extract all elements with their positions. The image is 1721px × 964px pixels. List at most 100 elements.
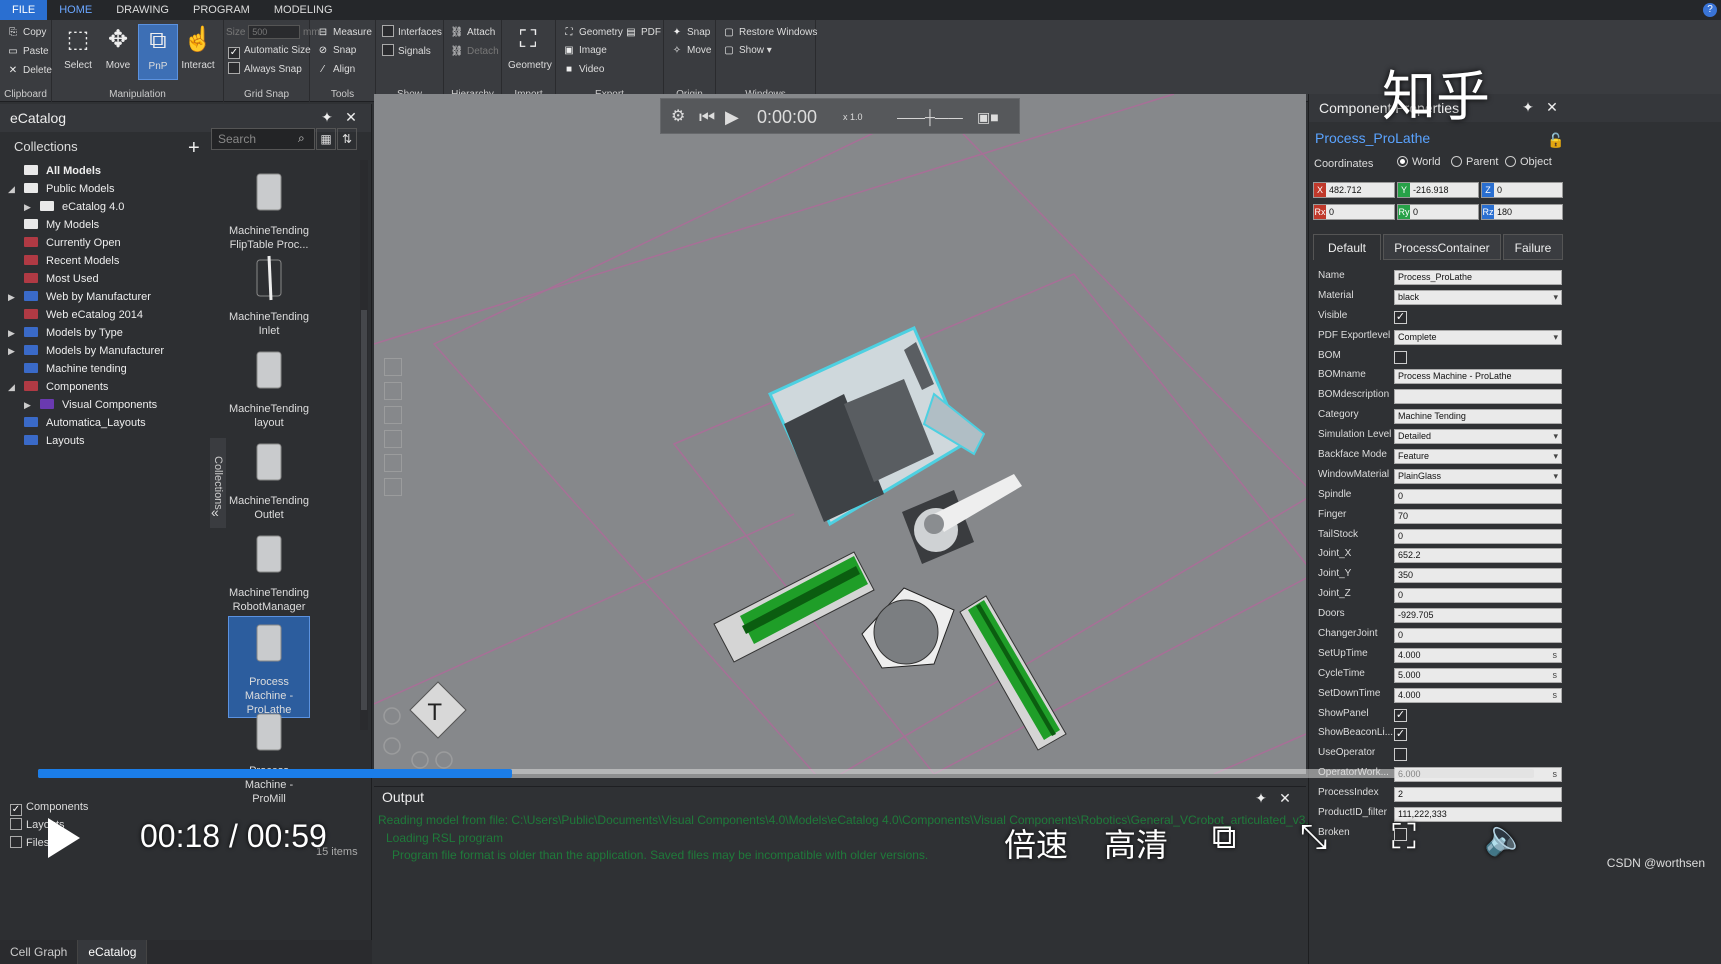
detach-button[interactable]: ⛓ Detach — [450, 43, 499, 61]
tree-item[interactable]: Automatica_Layouts — [0, 414, 210, 432]
catalog-item[interactable]: MachineTending RobotManager v2 — [228, 528, 310, 628]
interfaces-checkbox[interactable]: Interfaces — [382, 24, 442, 42]
attach-button[interactable]: ⛓ Attach — [450, 24, 496, 42]
origin-move-button[interactable]: ✧ Move — [670, 42, 712, 60]
pin-icon[interactable]: ✦ — [318, 108, 336, 126]
speed-slider[interactable]: ——┼—— — [897, 99, 963, 135]
property-input[interactable]: 0 — [1394, 628, 1562, 644]
menu-file[interactable]: FILE — [0, 0, 48, 20]
coord-field-x[interactable]: X 482.712 — [1313, 182, 1395, 198]
coord-field-y[interactable]: Y -216.918 — [1397, 182, 1479, 198]
expand-arrow-icon[interactable]: ▶ — [24, 396, 31, 414]
filter-checkbox[interactable]: ✓ Components — [10, 798, 210, 816]
tree-item[interactable]: Most Used — [0, 270, 210, 288]
select-button[interactable]: ⬚ Select — [58, 24, 98, 80]
property-input[interactable]: 5.000 — [1394, 667, 1562, 683]
fullscreen-icon[interactable]: ⛶ — [1392, 818, 1416, 857]
inlet-conveyor[interactable] — [713, 551, 875, 663]
close-icon[interactable]: ✕ — [1276, 789, 1294, 807]
tree-item[interactable]: ▶ Visual Components — [0, 396, 210, 414]
align-button[interactable]: ⁄ Align — [316, 61, 355, 79]
paste-button[interactable]: ▭ Paste — [6, 43, 48, 61]
export-image-button[interactable]: ▣ Image — [562, 42, 607, 60]
expand-arrow-icon[interactable]: ◢ — [8, 378, 15, 396]
tab-failure[interactable]: Failure — [1503, 234, 1563, 260]
grid-size-field[interactable]: Size 500 mm — [226, 24, 320, 42]
catalog-item[interactable]: MachineTending Inlet — [228, 252, 310, 338]
pin-icon[interactable]: ✦ — [1252, 789, 1270, 807]
expand-arrow-icon[interactable]: ▶ — [24, 198, 31, 216]
fit-view-icon[interactable] — [384, 358, 402, 376]
property-dropdown[interactable]: PlainGlass — [1394, 468, 1562, 484]
import-geometry-button[interactable]: ⛶ Geometry — [508, 24, 552, 80]
tree-item[interactable]: Layouts — [0, 432, 210, 450]
coord-field-rz[interactable]: Rz 180 — [1481, 204, 1563, 220]
property-checkbox[interactable]: ✓ — [1394, 728, 1407, 742]
property-input[interactable]: 111,222,333 — [1394, 807, 1562, 823]
tree-item[interactable]: ▶ Models by Manufacturer — [0, 342, 210, 360]
grid-view-icon[interactable]: ▦ — [316, 128, 336, 150]
add-collection-icon[interactable]: + — [188, 138, 200, 158]
tab-process-container[interactable]: ProcessContainer — [1383, 234, 1501, 260]
tree-item[interactable]: Web eCatalog 2014 — [0, 306, 210, 324]
menu-home[interactable]: HOME — [47, 0, 104, 20]
property-checkbox[interactable] — [1394, 748, 1407, 762]
lock-icon[interactable]: 🔓 — [1547, 132, 1564, 149]
video-progress-bar[interactable] — [38, 769, 1534, 778]
tree-item[interactable]: Recent Models — [0, 252, 210, 270]
property-dropdown[interactable]: Feature — [1394, 449, 1562, 465]
tab-ecatalog[interactable]: eCatalog — [78, 940, 148, 964]
help-icon[interactable]: ? — [1703, 3, 1717, 17]
render-mode-icon[interactable] — [384, 406, 402, 424]
delete-button[interactable]: ✕ Delete — [6, 62, 52, 80]
catalog-item[interactable]: Process Machine - ProLathe — [228, 616, 310, 718]
menu-program[interactable]: PROGRAM — [181, 0, 262, 20]
property-dropdown[interactable]: black — [1394, 289, 1562, 305]
export-video-button[interactable]: ■ Video — [562, 61, 604, 79]
quality-button[interactable]: 高清 — [1104, 820, 1168, 866]
volume-icon[interactable]: 🔈 — [1484, 818, 1526, 858]
property-input[interactable]: 0 — [1394, 588, 1562, 604]
property-input[interactable]: 350 — [1394, 568, 1562, 584]
expand-arrow-icon[interactable]: ▶ — [8, 342, 15, 360]
tree-item[interactable]: ▶ Models by Type — [0, 324, 210, 342]
robot-arm[interactable] — [902, 474, 1022, 564]
restore-windows-button[interactable]: ▢ Restore Windows — [722, 24, 817, 42]
outlet-conveyor[interactable] — [959, 595, 1067, 751]
items-scrollbar[interactable] — [360, 160, 368, 730]
rewind-icon[interactable]: ⏮ — [699, 99, 715, 135]
catalog-item[interactable]: MachineTending Outlet — [228, 436, 310, 522]
flip-table[interactable] — [861, 587, 955, 669]
projection-icon[interactable] — [384, 430, 402, 448]
expand-arrow-icon[interactable]: ▶ — [8, 324, 15, 342]
show-windows-button[interactable]: ▢ Show ▾ — [722, 42, 772, 60]
move-button[interactable]: ✥ Move — [98, 24, 138, 80]
tree-item[interactable]: All Models — [0, 162, 210, 180]
3d-viewport[interactable]: T — [374, 94, 1306, 774]
tab-default[interactable]: Default — [1313, 234, 1381, 260]
property-input[interactable]: 0 — [1394, 528, 1562, 544]
play-icon[interactable] — [48, 818, 80, 858]
layout-icon[interactable] — [384, 478, 402, 496]
catalog-item[interactable]: MachineTending layout — [228, 344, 310, 430]
property-input[interactable]: 2 — [1394, 787, 1562, 803]
property-input[interactable]: 4.000 — [1394, 687, 1562, 703]
tree-item[interactable]: Currently Open — [0, 234, 210, 252]
always-snap-checkbox[interactable]: Always Snap — [228, 61, 302, 79]
property-input[interactable]: 70 — [1394, 508, 1562, 524]
export-geometry-button[interactable]: ⛶ Geometry — [562, 24, 623, 42]
expand-arrow-icon[interactable]: ◢ — [8, 180, 15, 198]
tree-item[interactable]: ◢ Components — [0, 378, 210, 396]
property-dropdown[interactable]: Complete — [1394, 329, 1562, 345]
property-input[interactable]: 652.2 — [1394, 548, 1562, 564]
radio-object[interactable]: Object — [1505, 156, 1552, 168]
property-input[interactable]: Machine Tending — [1394, 409, 1562, 425]
property-dropdown[interactable]: Detailed — [1394, 429, 1562, 445]
search-icon[interactable]: ⌕ — [298, 131, 305, 146]
pin-icon[interactable]: ✦ — [1519, 98, 1537, 116]
close-icon[interactable]: ✕ — [1543, 98, 1561, 116]
menu-modeling[interactable]: MODELING — [262, 0, 345, 20]
picture-in-picture-icon[interactable]: ⧉ — [1212, 818, 1236, 857]
record-icon[interactable]: ▣■ — [977, 99, 999, 135]
tree-item[interactable]: ◢ Public Models — [0, 180, 210, 198]
